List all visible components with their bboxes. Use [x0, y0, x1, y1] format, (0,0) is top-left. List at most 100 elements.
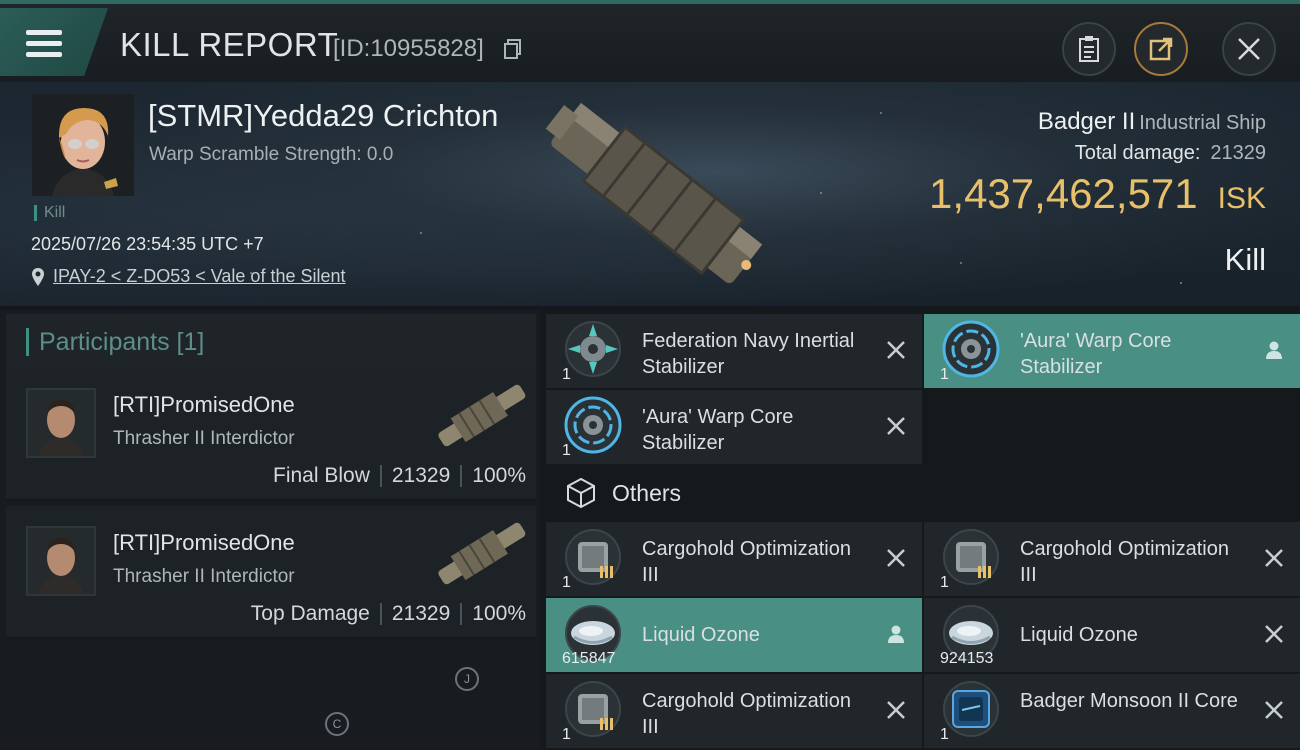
destroyed-x-icon — [887, 549, 905, 567]
destroyed-x-icon — [1265, 625, 1283, 643]
participant-card[interactable]: [RTI]PromisedOne Thrasher II Interdictor… — [6, 506, 536, 639]
total-damage: Total damage: 21329 — [1075, 142, 1266, 165]
participant-role: Top Damage — [250, 602, 370, 625]
victim-ship-image — [545, 102, 763, 284]
share-icon — [1149, 37, 1173, 61]
cargohold-optimization-icon — [565, 529, 621, 585]
participant-ship: Thrasher II Interdictor — [113, 566, 295, 587]
item-name: 'Aura' Warp Core Stabilizer — [1020, 330, 1172, 378]
participant-avatar[interactable] — [26, 526, 96, 596]
item-slot[interactable]: 924153 Liquid Ozone — [924, 598, 1300, 672]
item-slot[interactable]: 1 'Aura' Warp Core Stabilizer — [924, 314, 1300, 388]
item-slot[interactable]: 1 Cargohold Optimization III — [546, 674, 922, 748]
others-label: Others — [612, 480, 682, 506]
kill-result: Kill — [1224, 242, 1266, 277]
top-bar: KILL REPORT [ID:10955828] — [0, 0, 1300, 82]
participants-title: Participants [1] — [26, 328, 204, 356]
copy-icon[interactable] — [504, 39, 522, 59]
item-quantity: 924153 — [940, 650, 994, 667]
destroyed-x-icon — [887, 341, 905, 359]
participant-role: Final Blow — [273, 464, 370, 487]
item-quantity: 1 — [562, 726, 571, 743]
item-slot[interactable]: 615847 Liquid Ozone — [546, 598, 922, 672]
clipboard-button[interactable] — [1062, 22, 1116, 76]
item-slot[interactable]: 1 Badger Monsoon II Core — [924, 674, 1300, 748]
participant-card[interactable]: [RTI]PromisedOne Thrasher II Interdictor… — [6, 368, 536, 501]
victim-avatar[interactable] — [32, 94, 134, 196]
victim-name[interactable]: [STMR]Yedda29 Crichton — [148, 98, 498, 134]
destroyed-x-icon — [887, 417, 905, 435]
items-panel: 1 Federation Navy Inertial Stabilizer 1 … — [540, 310, 1300, 750]
kill-tag: Kill — [34, 205, 65, 221]
ship-name: Badger II — [1037, 108, 1136, 135]
monsoon-core-icon — [943, 681, 999, 737]
item-slot[interactable]: 1 Cargohold Optimization III — [546, 522, 922, 596]
close-icon — [1238, 38, 1260, 60]
location-pin-icon — [32, 267, 44, 286]
item-slot[interactable]: 1 Federation Navy Inertial Stabilizer — [546, 314, 922, 388]
marker-c[interactable]: C — [325, 712, 349, 736]
dropped-person-icon — [1266, 341, 1282, 359]
item-quantity: 1 — [562, 574, 571, 591]
menu-button[interactable] — [0, 8, 108, 76]
share-button[interactable] — [1134, 22, 1188, 76]
location-link[interactable]: IPAY-2 < Z-DO53 < Vale of the Silent — [53, 266, 346, 287]
item-name: Liquid Ozone — [1020, 624, 1138, 646]
cargohold-optimization-icon — [943, 529, 999, 585]
victim-ship[interactable]: Badger II Industrial Ship — [1038, 108, 1266, 136]
participant-name[interactable]: [RTI]PromisedOne — [113, 392, 295, 418]
participant-damage: 21329 — [391, 464, 451, 487]
destroyed-x-icon — [1265, 549, 1283, 567]
marker-j[interactable]: J — [455, 667, 479, 691]
report-id: [ID:10955828] — [333, 35, 484, 62]
hamburger-icon[interactable] — [26, 30, 62, 60]
participant-damage: 21329 — [391, 602, 451, 625]
item-name: Cargohold Optimization III — [642, 690, 851, 738]
participant-stats: Top Damage 21329 100% — [251, 602, 526, 626]
item-slot[interactable]: 1 'Aura' Warp Core Stabilizer — [546, 390, 922, 464]
warp-core-stabilizer-icon — [564, 396, 622, 454]
warp-core-stabilizer-icon — [942, 320, 1000, 378]
kill-location[interactable]: IPAY-2 < Z-DO53 < Vale of the Silent — [31, 266, 346, 287]
item-name: Liquid Ozone — [642, 624, 760, 646]
destroyed-x-icon — [1265, 701, 1283, 719]
participants-header: Participants [1] — [6, 314, 536, 372]
page-title: KILL REPORT — [120, 26, 339, 63]
inertial-stabilizer-icon — [565, 321, 621, 377]
item-quantity: 1 — [940, 366, 949, 383]
item-quantity: 1 — [940, 574, 949, 591]
close-button[interactable] — [1222, 22, 1276, 76]
others-section-header: Others — [546, 470, 1300, 516]
item-quantity: 615847 — [562, 650, 616, 667]
participants-panel: Participants [1] [RTI]PromisedOne Thrash… — [0, 310, 540, 750]
item-name: Cargohold Optimization III — [1020, 538, 1229, 586]
item-name: Badger Monsoon II Core — [1020, 690, 1238, 712]
cargohold-optimization-icon — [565, 681, 621, 737]
participant-ship-image — [438, 522, 526, 585]
isk-value: 1,437,462,571 ISK — [929, 170, 1266, 218]
dropped-person-icon — [888, 625, 904, 643]
isk-amount: 1,437,462,571 — [929, 170, 1198, 217]
item-slot[interactable]: 1 Cargohold Optimization III — [924, 522, 1300, 596]
participant-percent: 100% — [472, 602, 526, 625]
total-damage-label: Total damage: — [1074, 142, 1201, 164]
item-name: Cargohold Optimization III — [642, 538, 851, 586]
participant-ship-image — [438, 384, 526, 447]
cube-icon — [567, 477, 595, 509]
kill-datetime: 2025/07/26 23:54:35 UTC +7 — [31, 234, 264, 254]
total-damage-value: 21329 — [1210, 142, 1266, 164]
ship-class: Industrial Ship — [1139, 112, 1266, 134]
participant-name[interactable]: [RTI]PromisedOne — [113, 530, 295, 556]
item-name: Federation Navy Inertial Stabilizer — [642, 330, 855, 378]
item-name: 'Aura' Warp Core Stabilizer — [642, 406, 794, 454]
item-quantity: 1 — [562, 442, 571, 459]
item-quantity: 1 — [940, 726, 949, 743]
warp-scramble-strength: Warp Scramble Strength: 0.0 — [149, 144, 394, 165]
clipboard-icon — [1079, 36, 1099, 62]
victim-banner: [STMR]Yedda29 Crichton Warp Scramble Str… — [0, 82, 1300, 306]
item-quantity: 1 — [562, 366, 571, 383]
isk-unit: ISK — [1217, 182, 1266, 215]
destroyed-x-icon — [887, 701, 905, 719]
participant-avatar[interactable] — [26, 388, 96, 458]
participant-ship: Thrasher II Interdictor — [113, 428, 295, 449]
